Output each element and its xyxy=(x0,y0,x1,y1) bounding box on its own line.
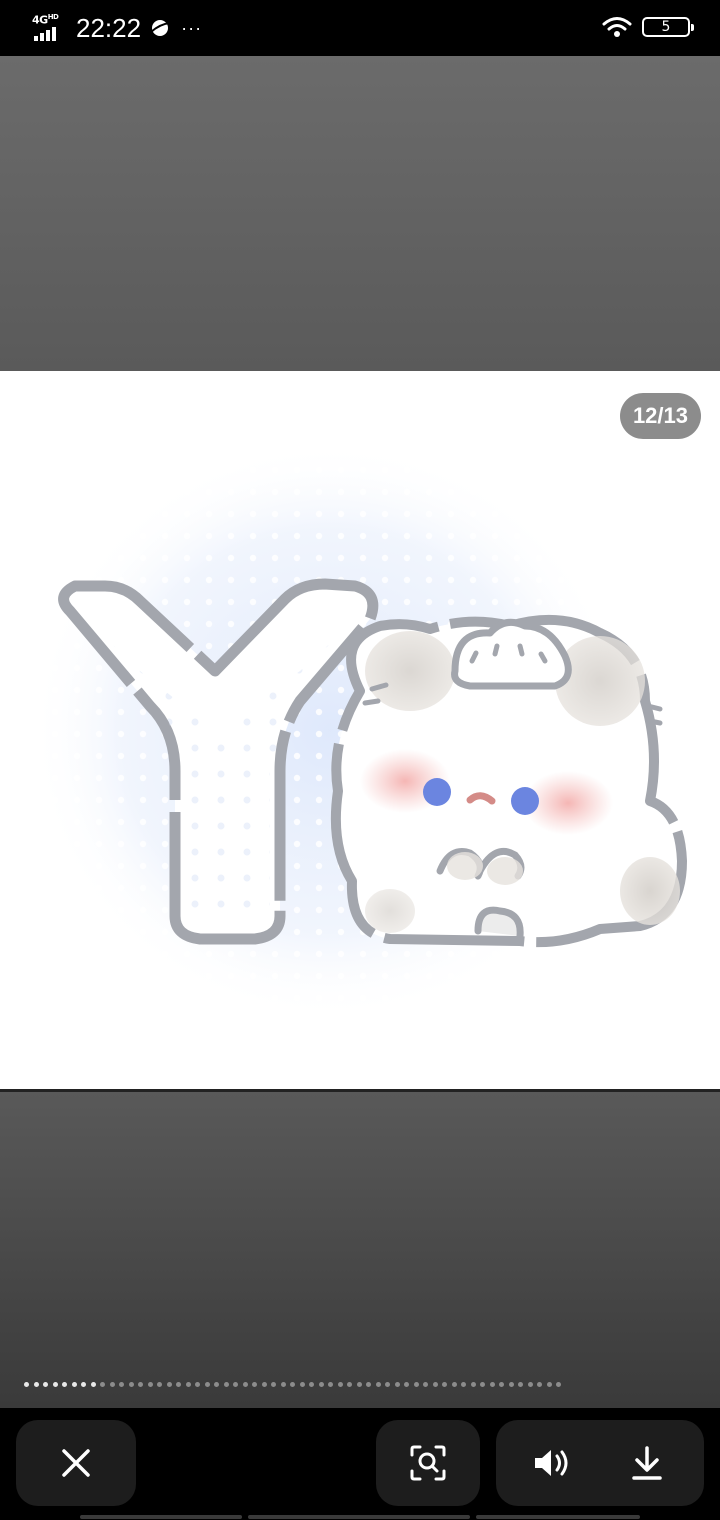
page-dot[interactable] xyxy=(470,1382,476,1387)
right-eye xyxy=(511,787,539,815)
page-dot[interactable] xyxy=(185,1382,191,1387)
clock: 22:22 xyxy=(76,13,142,43)
page-dot[interactable] xyxy=(223,1382,229,1387)
signal-icon xyxy=(34,27,56,41)
page-dot[interactable] xyxy=(385,1382,390,1387)
page-dot[interactable] xyxy=(81,1382,86,1387)
page-dot[interactable] xyxy=(404,1382,409,1387)
page-dot[interactable] xyxy=(366,1382,371,1387)
page-dot[interactable] xyxy=(43,1382,48,1387)
page-dot[interactable] xyxy=(337,1382,343,1387)
page-dot[interactable] xyxy=(119,1382,124,1387)
page-dot[interactable] xyxy=(214,1382,219,1387)
page-dot[interactable] xyxy=(318,1382,324,1387)
page-dot[interactable] xyxy=(347,1382,352,1387)
page-dot[interactable] xyxy=(233,1382,238,1387)
page-dot[interactable] xyxy=(138,1382,143,1387)
page-dot[interactable] xyxy=(442,1382,447,1387)
status-right: 5 xyxy=(602,16,694,38)
page-dot[interactable] xyxy=(71,1382,77,1387)
status-bar: 4GHD 22:22 ··· 5 xyxy=(0,0,720,56)
page-dot[interactable] xyxy=(157,1382,162,1387)
page-dot[interactable] xyxy=(451,1382,457,1387)
page-indicator[interactable] xyxy=(24,1382,561,1387)
page-dot[interactable] xyxy=(271,1382,276,1387)
left-eye xyxy=(423,778,451,806)
media-actions xyxy=(496,1420,704,1506)
page-dot[interactable] xyxy=(128,1382,134,1387)
page-dot[interactable] xyxy=(52,1382,58,1387)
page-dot[interactable] xyxy=(518,1382,523,1387)
page-dot[interactable] xyxy=(261,1382,267,1387)
notification-overflow: ··· xyxy=(181,17,203,38)
battery-level: 5 xyxy=(661,19,671,35)
viewer-backdrop-top[interactable] xyxy=(0,56,720,371)
photo-viewer-image[interactable]: 12/13 xyxy=(0,371,720,1091)
page-dot[interactable] xyxy=(489,1382,495,1387)
volume-button[interactable] xyxy=(526,1445,576,1481)
image-counter: 12/13 xyxy=(619,393,701,439)
page-dot[interactable] xyxy=(423,1382,428,1387)
nav-segment-left xyxy=(80,1515,242,1519)
page-dot[interactable] xyxy=(527,1382,533,1387)
page-dot[interactable] xyxy=(176,1382,181,1387)
planet-app-icon xyxy=(150,20,171,36)
page-dot[interactable] xyxy=(480,1382,485,1387)
page-dot[interactable] xyxy=(280,1382,286,1387)
network-indicator: 4GHD xyxy=(32,13,68,43)
page-dot[interactable] xyxy=(204,1382,210,1387)
viewer-backdrop-bottom[interactable] xyxy=(0,1092,720,1408)
image-search-button[interactable] xyxy=(376,1420,480,1506)
page-dot[interactable] xyxy=(328,1382,333,1387)
download-icon xyxy=(632,1446,662,1480)
page-dot[interactable] xyxy=(508,1382,514,1387)
download-button[interactable] xyxy=(622,1442,672,1484)
page-dot[interactable] xyxy=(195,1382,200,1387)
sticker-illustration xyxy=(30,441,687,1021)
page-dot[interactable] xyxy=(24,1382,29,1387)
nav-segment-center xyxy=(248,1515,470,1519)
page-dot[interactable] xyxy=(166,1382,172,1387)
page-dot[interactable] xyxy=(309,1382,314,1387)
page-dot[interactable] xyxy=(109,1382,115,1387)
page-dot[interactable] xyxy=(90,1382,96,1387)
page-dot[interactable] xyxy=(62,1382,67,1387)
network-type: 4GHD xyxy=(32,13,59,27)
bunny-sticker xyxy=(330,614,687,948)
page-dot[interactable] xyxy=(546,1382,552,1387)
close-icon xyxy=(62,1449,90,1477)
page-dot[interactable] xyxy=(375,1382,381,1387)
page-dot[interactable] xyxy=(499,1382,504,1387)
wifi-icon xyxy=(602,17,632,37)
page-dot[interactable] xyxy=(33,1382,39,1387)
volume-icon xyxy=(535,1450,568,1476)
page-dot[interactable] xyxy=(461,1382,466,1387)
page-dot[interactable] xyxy=(290,1382,295,1387)
page-dot[interactable] xyxy=(252,1382,257,1387)
status-left: 4GHD 22:22 ··· xyxy=(32,12,202,44)
page-dot[interactable] xyxy=(394,1382,400,1387)
page-dot[interactable] xyxy=(100,1382,105,1387)
page-dot[interactable] xyxy=(356,1382,362,1387)
page-dot[interactable] xyxy=(556,1382,561,1387)
bottom-toolbar xyxy=(0,1408,720,1520)
page-dot[interactable] xyxy=(537,1382,542,1387)
page-dot[interactable] xyxy=(299,1382,305,1387)
page-dot[interactable] xyxy=(147,1382,153,1387)
nav-segment-right xyxy=(476,1515,640,1519)
image-search-icon xyxy=(410,1445,446,1481)
page-dot[interactable] xyxy=(432,1382,438,1387)
page-dot[interactable] xyxy=(413,1382,419,1387)
close-button[interactable] xyxy=(16,1420,136,1506)
battery-icon: 5 xyxy=(642,17,694,37)
page-dot[interactable] xyxy=(242,1382,248,1387)
